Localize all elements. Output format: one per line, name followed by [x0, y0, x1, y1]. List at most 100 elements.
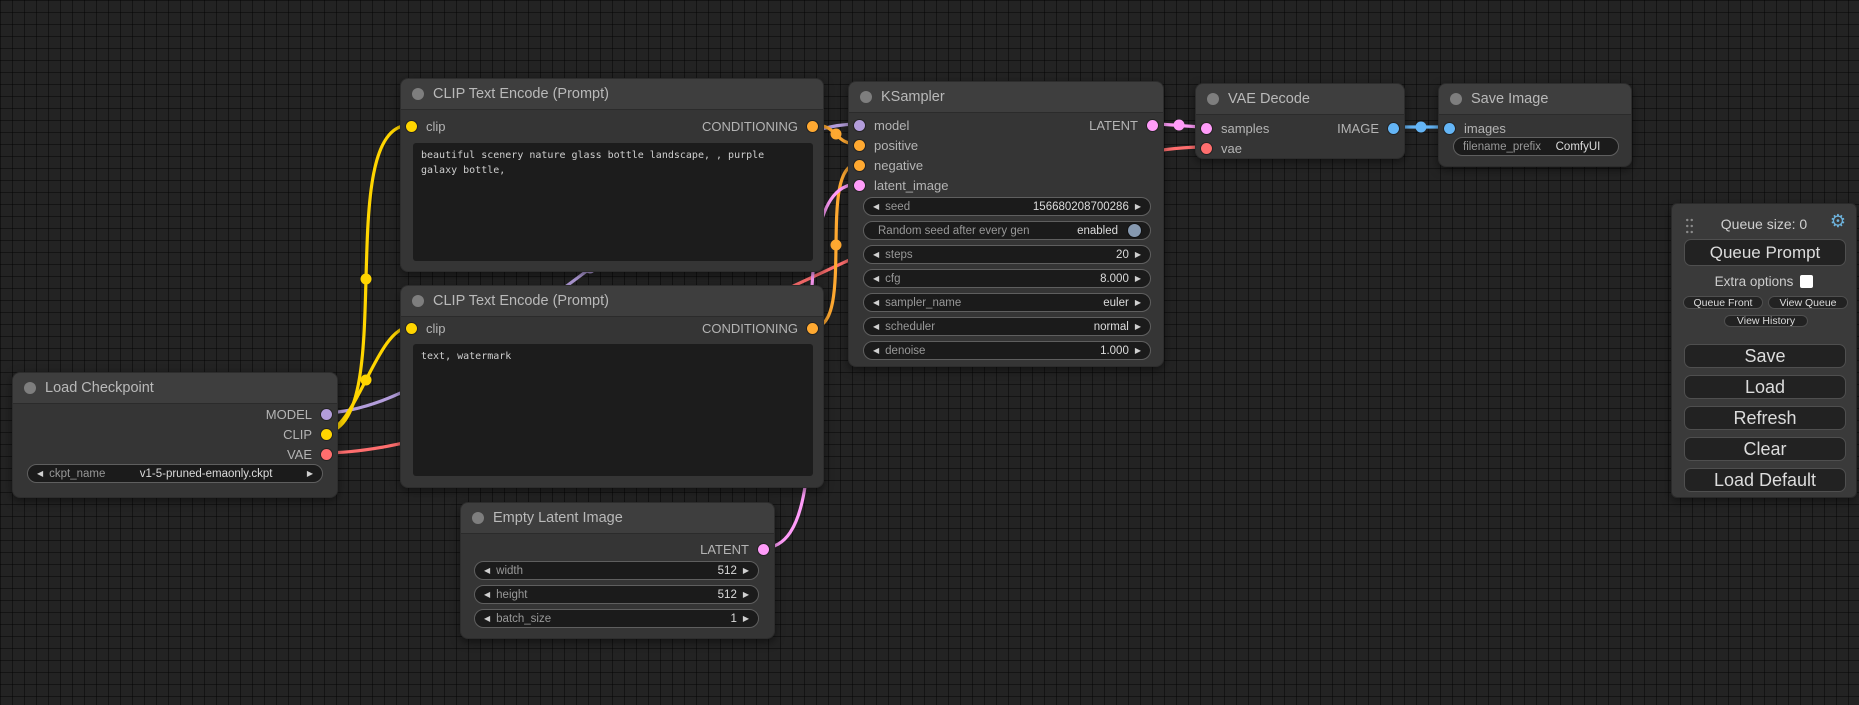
output-slot-conditioning[interactable]: CONDITIONING	[702, 318, 818, 338]
clip-slot-icon[interactable]	[406, 121, 417, 132]
wire-dot[interactable]	[1416, 122, 1427, 133]
output-slot-vae[interactable]: VAE	[287, 444, 332, 464]
conditioning-slot-icon[interactable]	[854, 140, 865, 151]
input-slot-model[interactable]: model	[854, 115, 909, 135]
increment-arrow-icon[interactable]: ▶	[1135, 275, 1141, 283]
decrement-arrow-icon[interactable]: ◀	[873, 299, 879, 307]
positive-prompt-textarea[interactable]: beautiful scenery nature glass bottle la…	[413, 143, 813, 261]
node-vae-decode[interactable]: VAE Decode samples vae IMAGE	[1195, 83, 1405, 159]
collapse-dot-icon[interactable]	[472, 512, 484, 524]
steps-widget[interactable]: ◀ steps 20 ▶	[863, 245, 1151, 264]
extra-options-checkbox[interactable]	[1800, 275, 1813, 288]
settings-gear-icon[interactable]: ⚙	[1830, 212, 1846, 230]
output-slot-clip[interactable]: CLIP	[283, 424, 332, 444]
decrement-arrow-icon[interactable]: ◀	[484, 567, 490, 575]
conditioning-slot-icon[interactable]	[854, 160, 865, 171]
output-slot-latent[interactable]: LATENT	[700, 539, 769, 559]
decrement-arrow-icon[interactable]: ◀	[37, 470, 43, 478]
wire-dot[interactable]	[361, 375, 372, 386]
increment-arrow-icon[interactable]: ▶	[743, 567, 749, 575]
load-button[interactable]: Load	[1684, 375, 1846, 399]
collapse-dot-icon[interactable]	[24, 382, 36, 394]
wire-dot[interactable]	[831, 129, 842, 140]
increment-arrow-icon[interactable]: ▶	[1135, 347, 1141, 355]
output-slot-latent[interactable]: LATENT	[1089, 115, 1158, 135]
input-slot-latent-image[interactable]: latent_image	[854, 175, 948, 195]
save-button[interactable]: Save	[1684, 344, 1846, 368]
collapse-dot-icon[interactable]	[860, 91, 872, 103]
clear-button[interactable]: Clear	[1684, 437, 1846, 461]
increment-arrow-icon[interactable]: ▶	[1135, 203, 1141, 211]
denoise-widget[interactable]: ◀ denoise 1.000 ▶	[863, 341, 1151, 360]
batch-size-widget[interactable]: ◀ batch_size 1 ▶	[474, 609, 759, 628]
image-slot-icon[interactable]	[1388, 123, 1399, 134]
decrement-arrow-icon[interactable]: ◀	[484, 591, 490, 599]
collapse-dot-icon[interactable]	[412, 88, 424, 100]
node-title-bar[interactable]: Save Image	[1439, 84, 1631, 115]
decrement-arrow-icon[interactable]: ◀	[873, 347, 879, 355]
input-slot-negative[interactable]: negative	[854, 155, 923, 175]
increment-arrow-icon[interactable]: ▶	[1135, 323, 1141, 331]
comfyui-canvas[interactable]: { "colors": { "MODEL": "#B39DDB", "CLIP"…	[0, 0, 1859, 705]
view-history-button[interactable]: View History	[1724, 315, 1808, 327]
increment-arrow-icon[interactable]: ▶	[743, 615, 749, 623]
input-slot-clip[interactable]: clip	[406, 116, 446, 136]
queue-panel[interactable]: Queue size: 0 ⚙ Queue Prompt Extra optio…	[1671, 203, 1857, 498]
node-title-bar[interactable]: Load Checkpoint	[13, 373, 337, 404]
clip-slot-icon[interactable]	[406, 323, 417, 334]
decrement-arrow-icon[interactable]: ◀	[873, 251, 879, 259]
node-title-bar[interactable]: CLIP Text Encode (Prompt)	[401, 286, 823, 317]
negative-prompt-textarea[interactable]: text, watermark	[413, 344, 813, 476]
toggle-circle-icon[interactable]	[1128, 224, 1141, 237]
queue-prompt-button[interactable]: Queue Prompt	[1684, 239, 1846, 266]
decrement-arrow-icon[interactable]: ◀	[873, 275, 879, 283]
ckpt-name-widget[interactable]: ◀ ckpt_name v1-5-pruned-emaonly.ckpt ▶	[27, 464, 323, 483]
decrement-arrow-icon[interactable]: ◀	[873, 323, 879, 331]
queue-front-button[interactable]: Queue Front	[1683, 296, 1763, 309]
filename-prefix-widget[interactable]: filename_prefix ComfyUI	[1453, 137, 1619, 156]
width-widget[interactable]: ◀ width 512 ▶	[474, 561, 759, 580]
load-default-button[interactable]: Load Default	[1684, 468, 1846, 492]
collapse-dot-icon[interactable]	[412, 295, 424, 307]
model-slot-icon[interactable]	[321, 409, 332, 420]
increment-arrow-icon[interactable]: ▶	[307, 470, 313, 478]
decrement-arrow-icon[interactable]: ◀	[873, 203, 879, 211]
latent-slot-icon[interactable]	[1147, 120, 1158, 131]
wire-dot[interactable]	[1174, 120, 1185, 131]
input-slot-clip[interactable]: clip	[406, 318, 446, 338]
collapse-dot-icon[interactable]	[1207, 93, 1219, 105]
refresh-button[interactable]: Refresh	[1684, 406, 1846, 430]
latent-slot-icon[interactable]	[854, 180, 865, 191]
node-ksampler[interactable]: KSampler model positive negative latent_…	[848, 81, 1164, 367]
input-slot-samples[interactable]: samples	[1201, 118, 1269, 138]
view-queue-button[interactable]: View Queue	[1768, 296, 1848, 309]
latent-slot-icon[interactable]	[758, 544, 769, 555]
output-slot-conditioning[interactable]: CONDITIONING	[702, 116, 818, 136]
scheduler-widget[interactable]: ◀ scheduler normal ▶	[863, 317, 1151, 336]
vae-slot-icon[interactable]	[321, 449, 332, 460]
wire-dot[interactable]	[361, 274, 372, 285]
collapse-dot-icon[interactable]	[1450, 93, 1462, 105]
seed-widget[interactable]: ◀ seed 156680208700286 ▶	[863, 197, 1151, 216]
input-slot-vae[interactable]: vae	[1201, 138, 1242, 158]
vae-slot-icon[interactable]	[1201, 143, 1212, 154]
latent-slot-icon[interactable]	[1201, 123, 1212, 134]
model-slot-icon[interactable]	[854, 120, 865, 131]
cfg-widget[interactable]: ◀ cfg 8.000 ▶	[863, 269, 1151, 288]
sampler-name-widget[interactable]: ◀ sampler_name euler ▶	[863, 293, 1151, 312]
output-slot-model[interactable]: MODEL	[266, 404, 332, 424]
clip-slot-icon[interactable]	[321, 429, 332, 440]
height-widget[interactable]: ◀ height 512 ▶	[474, 585, 759, 604]
input-slot-images[interactable]: images	[1444, 118, 1506, 138]
node-empty-latent-image[interactable]: Empty Latent Image LATENT ◀ width 512 ▶ …	[460, 502, 775, 639]
increment-arrow-icon[interactable]: ▶	[743, 591, 749, 599]
node-load-checkpoint[interactable]: Load Checkpoint MODEL CLIP VAE ◀ ckpt_na…	[12, 372, 338, 498]
node-save-image[interactable]: Save Image images filename_prefix ComfyU…	[1438, 83, 1632, 167]
input-slot-positive[interactable]: positive	[854, 135, 918, 155]
image-slot-icon[interactable]	[1444, 123, 1455, 134]
node-title-bar[interactable]: KSampler	[849, 82, 1163, 113]
node-clip-text-encode-positive[interactable]: CLIP Text Encode (Prompt) clip CONDITION…	[400, 78, 824, 272]
node-title-bar[interactable]: VAE Decode	[1196, 84, 1404, 115]
decrement-arrow-icon[interactable]: ◀	[484, 615, 490, 623]
wire-dot[interactable]	[831, 240, 842, 251]
